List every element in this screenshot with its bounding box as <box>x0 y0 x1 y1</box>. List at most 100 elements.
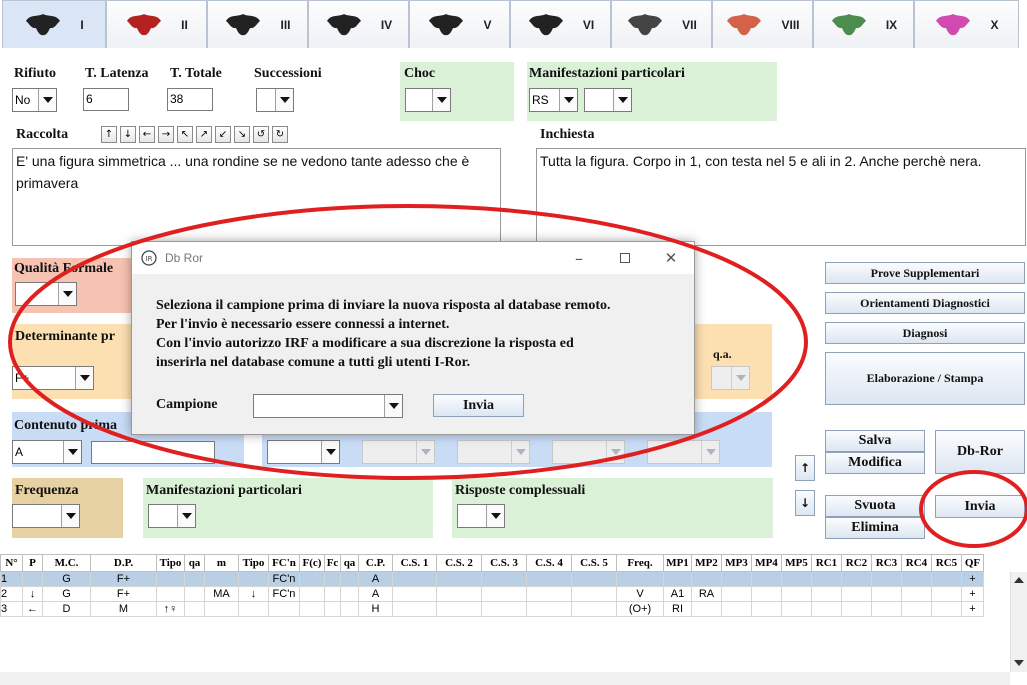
column-header[interactable]: MP3 <box>721 554 752 572</box>
db-ror-button[interactable]: Db-Ror <box>935 430 1025 474</box>
manif-select-2[interactable] <box>584 88 632 112</box>
table-cell[interactable] <box>204 601 239 617</box>
qa-select[interactable] <box>711 366 750 390</box>
table-cell[interactable] <box>481 601 527 617</box>
move-down-button[interactable]: ↓ <box>795 490 815 516</box>
table-cell[interactable] <box>811 571 842 587</box>
table-cell[interactable] <box>238 571 269 587</box>
direction-button-9[interactable]: ↺ <box>253 126 269 143</box>
table-cell[interactable] <box>781 601 812 617</box>
table-cell[interactable] <box>663 571 692 587</box>
table-cell[interactable] <box>268 601 300 617</box>
table-cell[interactable]: RI <box>663 601 692 617</box>
table-cell[interactable] <box>901 586 932 602</box>
table-cell[interactable]: 2 <box>0 586 23 602</box>
column-header[interactable]: qa <box>184 554 205 572</box>
column-header[interactable]: Tipo <box>156 554 185 572</box>
tab-card-9[interactable]: IX <box>813 0 914 48</box>
manif2-select[interactable] <box>148 504 196 528</box>
contenuto-field[interactable] <box>91 441 215 464</box>
table-row[interactable]: 2 ↓ G F+ MA ↓ FC'n A V A1 RA + <box>0 586 984 602</box>
table-cell[interactable]: 3 <box>0 601 23 617</box>
table-cell[interactable] <box>184 601 205 617</box>
table-cell[interactable] <box>811 601 842 617</box>
tab-card-1[interactable]: I <box>2 0 106 48</box>
table-cell[interactable] <box>781 586 812 602</box>
column-header[interactable]: N° <box>0 554 23 572</box>
table-cell[interactable] <box>691 571 722 587</box>
campione-select[interactable] <box>253 394 403 418</box>
tab-card-6[interactable]: VI <box>510 0 611 48</box>
table-cell[interactable] <box>811 586 842 602</box>
prove-button[interactable]: Prove Supplementari <box>825 262 1025 284</box>
table-cell[interactable] <box>392 586 437 602</box>
tab-card-8[interactable]: VIII <box>712 0 813 48</box>
column-header[interactable]: MP5 <box>781 554 812 572</box>
table-cell[interactable] <box>871 601 902 617</box>
tab-card-5[interactable]: V <box>409 0 510 48</box>
table-cell[interactable]: ← <box>22 601 43 617</box>
inchiesta-textarea[interactable]: Tutta la figura. Corpo in 1, con testa n… <box>536 148 1026 246</box>
table-cell[interactable] <box>436 571 482 587</box>
table-cell[interactable] <box>340 601 359 617</box>
column-header[interactable]: MP2 <box>691 554 722 572</box>
contenuto-select[interactable]: A <box>12 440 82 464</box>
cs2-select[interactable] <box>362 440 435 464</box>
move-up-button[interactable]: ↑ <box>795 455 815 481</box>
tab-card-10[interactable]: X <box>914 0 1019 48</box>
elaborazione-button[interactable]: Elaborazione / Stampa <box>825 352 1025 405</box>
column-header[interactable]: MP4 <box>751 554 782 572</box>
column-header[interactable]: C.S. 3 <box>481 554 527 572</box>
direction-button-10[interactable]: ↻ <box>272 126 288 143</box>
column-header[interactable]: RC5 <box>931 554 962 572</box>
direction-button-4[interactable]: → <box>158 126 174 143</box>
column-header[interactable]: Freq. <box>616 554 664 572</box>
table-cell[interactable]: H <box>358 601 393 617</box>
latenza-field[interactable]: 6 <box>83 88 129 111</box>
table-cell[interactable] <box>526 586 572 602</box>
raccolta-textarea[interactable]: E' una figura simmetrica ... una rondine… <box>12 148 501 246</box>
cs1-select[interactable] <box>267 440 340 464</box>
table-cell[interactable]: G <box>42 571 91 587</box>
table-cell[interactable] <box>324 586 341 602</box>
table-cell[interactable] <box>841 586 872 602</box>
table-cell[interactable]: A <box>358 586 393 602</box>
column-header[interactable]: RC1 <box>811 554 842 572</box>
column-header[interactable]: F(c) <box>299 554 325 572</box>
column-header[interactable]: RC2 <box>841 554 872 572</box>
table-cell[interactable] <box>156 586 185 602</box>
column-header[interactable]: MP1 <box>663 554 692 572</box>
table-cell[interactable]: D <box>42 601 91 617</box>
minimize-icon[interactable]: – <box>556 249 602 268</box>
scroll-down-icon[interactable] <box>1014 660 1024 666</box>
table-cell[interactable] <box>184 586 205 602</box>
cs4-select[interactable] <box>552 440 625 464</box>
column-header[interactable]: M.C. <box>42 554 91 572</box>
close-icon[interactable]: ✕ <box>648 249 694 267</box>
modifica-button[interactable]: Modifica <box>825 452 925 474</box>
column-header[interactable]: FC'n <box>268 554 300 572</box>
table-cell[interactable] <box>901 601 932 617</box>
table-cell[interactable] <box>571 586 617 602</box>
column-header[interactable]: QF <box>961 554 984 572</box>
table-cell[interactable] <box>22 571 43 587</box>
qualita-select[interactable] <box>15 282 77 306</box>
table-cell[interactable]: A1 <box>663 586 692 602</box>
table-cell[interactable] <box>481 571 527 587</box>
determinante-select[interactable]: F+ <box>12 366 94 390</box>
table-cell[interactable] <box>571 601 617 617</box>
orientamenti-button[interactable]: Orientamenti Diagnostici <box>825 292 1025 314</box>
table-cell[interactable] <box>526 571 572 587</box>
column-header[interactable]: RC3 <box>871 554 902 572</box>
column-header[interactable]: qa <box>340 554 359 572</box>
choc-select[interactable] <box>405 88 451 112</box>
table-cell[interactable]: (O+) <box>616 601 664 617</box>
tab-card-7[interactable]: VII <box>611 0 712 48</box>
successioni-select[interactable] <box>256 88 294 112</box>
table-cell[interactable] <box>931 601 962 617</box>
table-cell[interactable] <box>571 571 617 587</box>
table-cell[interactable] <box>931 586 962 602</box>
table-cell[interactable] <box>324 571 341 587</box>
table-cell[interactable] <box>204 571 239 587</box>
table-row[interactable]: 1 G F+ FC'n A + <box>0 571 984 587</box>
